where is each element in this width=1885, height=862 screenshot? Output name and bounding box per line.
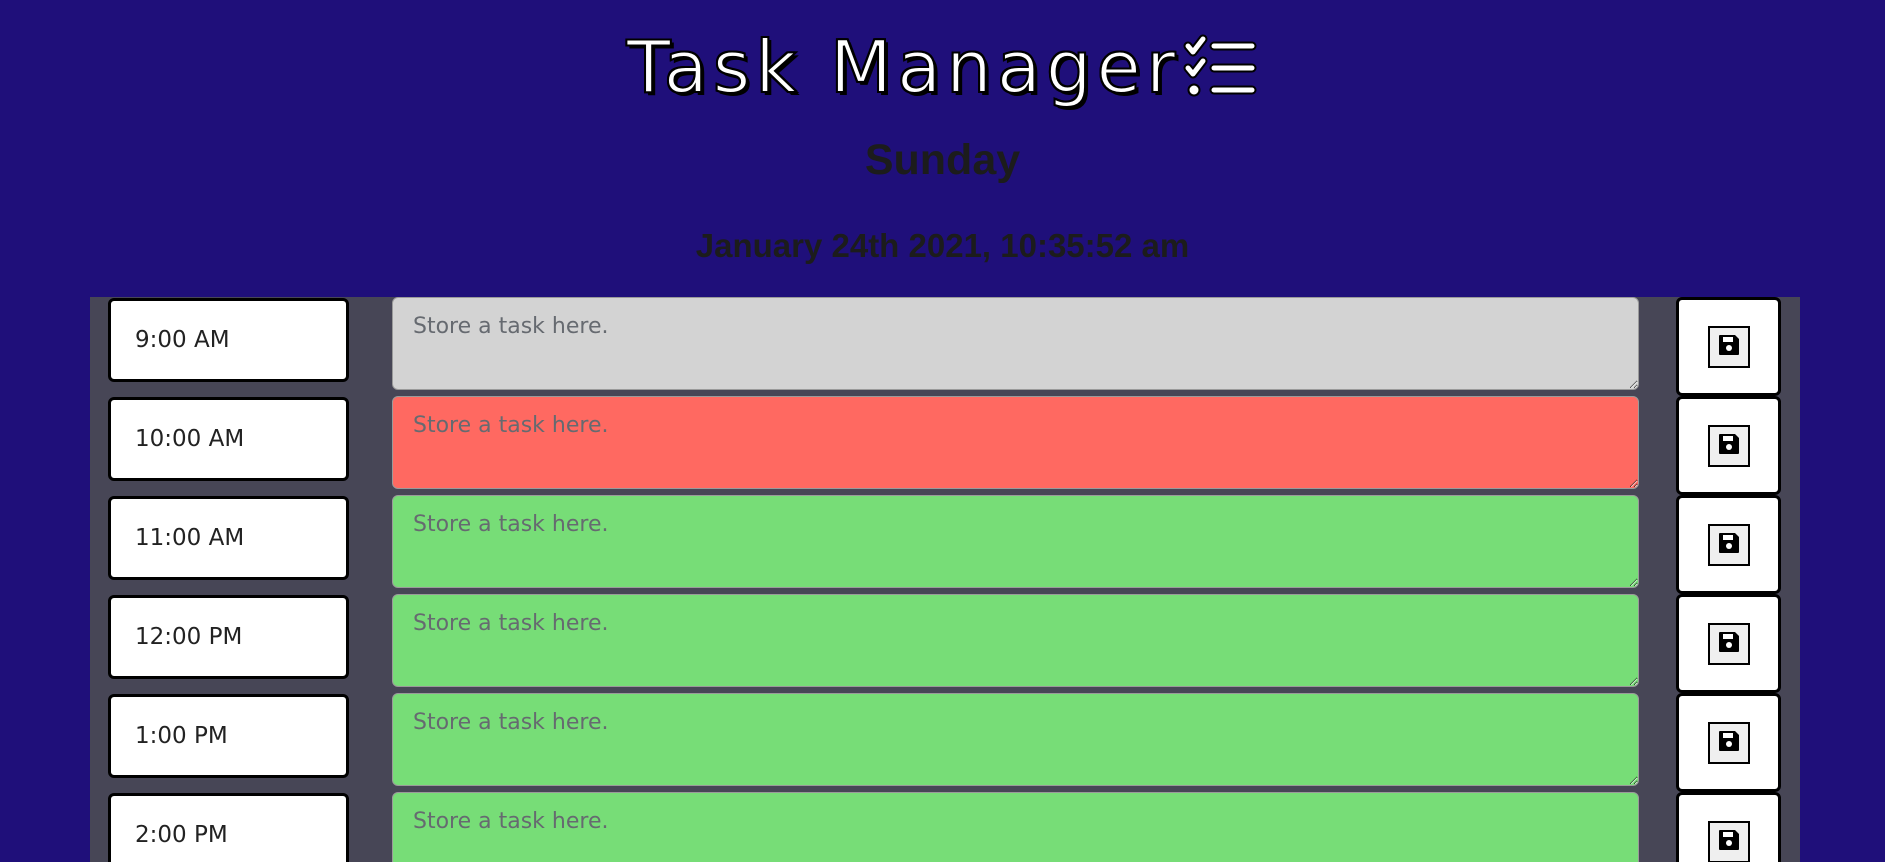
task-textarea[interactable] (392, 495, 1639, 588)
hour-label: 10:00 AM (108, 397, 349, 481)
hour-label: 12:00 PM (108, 595, 349, 679)
save-button[interactable] (1676, 396, 1781, 495)
save-button[interactable] (1676, 594, 1781, 693)
save-button-frame[interactable] (1707, 721, 1750, 764)
time-block-row: 10:00 AM (90, 396, 1800, 495)
save-button-frame[interactable] (1707, 523, 1750, 566)
current-datetime: January 24th 2021, 10:35:52 am (695, 227, 1190, 264)
task-textarea[interactable] (392, 792, 1639, 862)
floppy-disk-icon (1718, 631, 1740, 657)
time-block-row: 11:00 AM (90, 495, 1800, 594)
hour-label: 2:00 PM (108, 793, 349, 862)
task-textarea[interactable] (392, 594, 1639, 687)
save-button[interactable] (1676, 495, 1781, 594)
planner-container: 9:00 AM 10:00 AM 11:00 AM (90, 297, 1800, 862)
save-button-frame[interactable] (1707, 325, 1750, 368)
save-button-frame[interactable] (1707, 820, 1750, 862)
current-day: Sunday (864, 136, 1021, 184)
task-textarea[interactable] (392, 297, 1639, 390)
time-block-row: 2:00 PM (90, 792, 1800, 862)
save-button-frame[interactable] (1707, 424, 1750, 467)
save-button[interactable] (1676, 297, 1781, 396)
page-title: Task Manager (626, 24, 1181, 110)
checklist-icon (1182, 32, 1258, 102)
floppy-disk-icon (1718, 433, 1740, 459)
hour-label: 11:00 AM (108, 496, 349, 580)
save-button[interactable] (1676, 792, 1781, 862)
save-button[interactable] (1676, 693, 1781, 792)
hour-label: 1:00 PM (108, 694, 349, 778)
floppy-disk-icon (1718, 532, 1740, 558)
floppy-disk-icon (1718, 829, 1740, 855)
time-block-row: 12:00 PM (90, 594, 1800, 693)
task-textarea[interactable] (392, 693, 1639, 786)
hour-label: 9:00 AM (108, 298, 349, 382)
page-header: Task Manager Sunday January 24th 2021, 1… (0, 0, 1885, 297)
time-block-row: 9:00 AM (90, 297, 1800, 396)
floppy-disk-icon (1718, 334, 1740, 360)
task-textarea[interactable] (392, 396, 1639, 489)
floppy-disk-icon (1718, 730, 1740, 756)
time-block-row: 1:00 PM (90, 693, 1800, 792)
save-button-frame[interactable] (1707, 622, 1750, 665)
title-wrap: Task Manager (0, 22, 1885, 112)
